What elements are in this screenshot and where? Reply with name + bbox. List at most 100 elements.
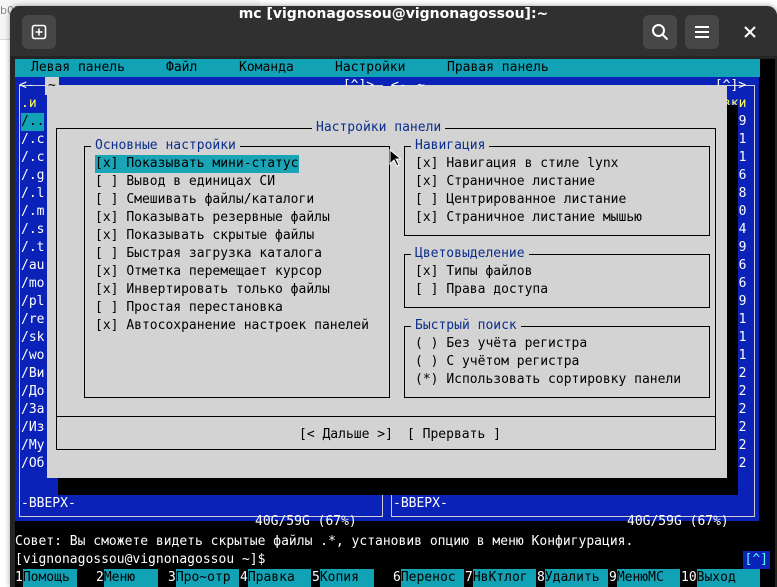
left-panel-row[interactable]: /.t	[21, 239, 44, 257]
option-row[interactable]: [x] Инвертировать только файлы	[95, 281, 330, 299]
left-panel-row[interactable]: /..	[21, 113, 45, 131]
option-checkbox[interactable]: [ ]	[95, 300, 118, 315]
next-button[interactable]: [< Дальше >]	[299, 426, 393, 444]
cancel-button[interactable]: [ Прервать ]	[407, 426, 501, 444]
left-panel-row[interactable]: /mo	[21, 275, 44, 293]
left-panel-row[interactable]: /pl	[21, 293, 44, 311]
function-key-2[interactable]: 2Меню	[96, 569, 158, 587]
function-key-label: Перенос	[400, 569, 464, 587]
left-panel-row[interactable]: /Му	[21, 437, 44, 455]
function-key-10[interactable]: 10Выход	[681, 569, 760, 587]
hamburger-icon	[695, 26, 709, 38]
left-panel-row[interactable]: /.m	[21, 203, 44, 221]
function-key-5[interactable]: 5Копия	[312, 569, 374, 587]
left-panel-row[interactable]: /.g	[21, 167, 44, 185]
option-checkbox[interactable]: [x]	[415, 156, 438, 171]
option-checkbox[interactable]: ( )	[415, 354, 438, 369]
menu-file[interactable]: Файл	[166, 59, 197, 77]
option-checkbox[interactable]: [x]	[95, 264, 118, 279]
option-row[interactable]: [ ] Простая перестановка	[95, 299, 283, 317]
option-checkbox[interactable]: [ ]	[415, 282, 438, 297]
option-checkbox[interactable]: [ ]	[95, 192, 118, 207]
option-row[interactable]: [x] Типы файлов	[415, 263, 532, 281]
option-row[interactable]: ( ) С учётом регистра	[415, 353, 579, 371]
function-key-number: 6	[393, 570, 401, 585]
left-panel-row[interactable]: /sk	[21, 329, 44, 347]
option-label: Центрированное листание	[446, 192, 627, 207]
function-key-1[interactable]: 1Помощь	[15, 569, 77, 587]
left-panel-row[interactable]: /Об	[21, 455, 44, 473]
option-row[interactable]: [ ] Быстрая загрузка каталога	[95, 245, 322, 263]
dialog-separator	[56, 416, 716, 417]
left-panel-row[interactable]: /.l	[21, 185, 44, 203]
option-label: Страничное листание мышью	[446, 210, 642, 225]
option-checkbox[interactable]: [x]	[415, 174, 438, 189]
option-checkbox[interactable]: [x]	[95, 282, 118, 297]
function-key-number: 10	[681, 570, 697, 585]
left-panel-row[interactable]: /Из	[21, 419, 44, 437]
option-row[interactable]: [x] Отметка перемещает курсор	[95, 263, 322, 281]
option-checkbox[interactable]: ( )	[415, 336, 438, 351]
option-checkbox[interactable]: [ ]	[95, 174, 118, 189]
left-panel-row[interactable]: /wo	[21, 347, 44, 365]
menu-left-panel[interactable]: Левая панель	[31, 59, 125, 77]
option-row[interactable]: [ ] Центрированное листание	[415, 191, 626, 209]
terminal-screen[interactable]: Левая панель Файл Команда Настройки Прав…	[15, 59, 775, 587]
function-key-7[interactable]: 7НвКтлог	[465, 569, 536, 587]
new-tab-button[interactable]	[22, 15, 56, 49]
option-row[interactable]: (*) Использовать сортировку панели	[415, 371, 681, 389]
option-checkbox[interactable]: [x]	[415, 210, 438, 225]
option-checkbox[interactable]: [x]	[95, 318, 118, 333]
shell-prompt[interactable]: [vignonagossou@vignonagossou ~]$	[15, 551, 775, 569]
close-button[interactable]	[733, 15, 767, 49]
function-key-6[interactable]: 6Перенос	[393, 569, 464, 587]
option-row[interactable]: [ ] Вывод в единицах СИ	[95, 173, 275, 191]
main-settings-group: Основные настройки [x] Показывать мини-с…	[84, 137, 390, 398]
option-row[interactable]: ( ) Без учёта регистра	[415, 335, 587, 353]
menu-right-panel[interactable]: Правая панель	[447, 59, 549, 77]
left-panel-row[interactable]: /Ви	[21, 365, 44, 383]
option-checkbox[interactable]: [x]	[415, 264, 438, 279]
option-label: Отметка перемещает курсор	[126, 264, 322, 279]
function-key-8[interactable]: 8Удалить	[537, 569, 608, 587]
option-checkbox[interactable]: (*)	[415, 372, 438, 387]
prompt-history-tag[interactable]: [^]	[742, 551, 770, 569]
search-button[interactable]	[643, 15, 677, 49]
option-row[interactable]: [ ] Смешивать файлы/каталоги	[95, 191, 314, 209]
menu-command[interactable]: Команда	[239, 59, 294, 77]
option-row[interactable]: [x] Страничное листание мышью	[415, 209, 642, 227]
option-checkbox[interactable]: [x]	[95, 210, 118, 225]
main-settings-title: Основные настройки	[91, 137, 240, 155]
left-panel-row[interactable]: /За	[21, 401, 44, 419]
function-key-3[interactable]: 3Про~отр	[168, 569, 239, 587]
left-panel-disk: 40G/59G (67%)	[255, 514, 357, 529]
left-panel-row[interactable]: /.c	[21, 149, 44, 167]
option-checkbox[interactable]: [ ]	[415, 192, 438, 207]
option-row[interactable]: [x] Показывать мини-статус	[95, 155, 299, 173]
left-panel-row[interactable]: /.s	[21, 221, 44, 239]
option-checkbox[interactable]: [x]	[95, 156, 118, 171]
option-row[interactable]: [x] Страничное листание	[415, 173, 595, 191]
function-key-4[interactable]: 4Правка	[240, 569, 311, 587]
option-label: Быстрая загрузка каталога	[126, 246, 322, 261]
right-panel-disk: 40G/59G (67%)	[627, 514, 729, 529]
option-row[interactable]: [x] Автосохранение настроек панелей	[95, 317, 369, 335]
function-key-9[interactable]: 9МенюМС	[609, 569, 680, 587]
option-checkbox[interactable]: [x]	[95, 228, 118, 243]
option-label: Показывать мини-статус	[126, 156, 299, 171]
left-panel-row[interactable]: /re	[21, 311, 44, 329]
option-row[interactable]: [ ] Права доступа	[415, 281, 548, 299]
menu-options[interactable]: Настройки	[335, 59, 405, 77]
option-row[interactable]: [x] Показывать скрытые файлы	[95, 227, 314, 245]
left-panel-row[interactable]: /au	[21, 257, 44, 275]
left-panel-row[interactable]: /До	[21, 383, 44, 401]
left-panel-row[interactable]: .и	[21, 95, 37, 113]
option-checkbox[interactable]: [ ]	[95, 246, 118, 261]
option-label: Смешивать файлы/каталоги	[126, 192, 315, 207]
left-panel-row[interactable]: /.c	[21, 131, 44, 149]
option-row[interactable]: [x] Навигация в стиле lynx	[415, 155, 619, 173]
search-icon	[652, 24, 669, 41]
option-row[interactable]: [x] Показывать резервные файлы	[95, 209, 330, 227]
menu-button[interactable]	[685, 15, 719, 49]
option-label: Навигация в стиле lynx	[446, 156, 619, 171]
